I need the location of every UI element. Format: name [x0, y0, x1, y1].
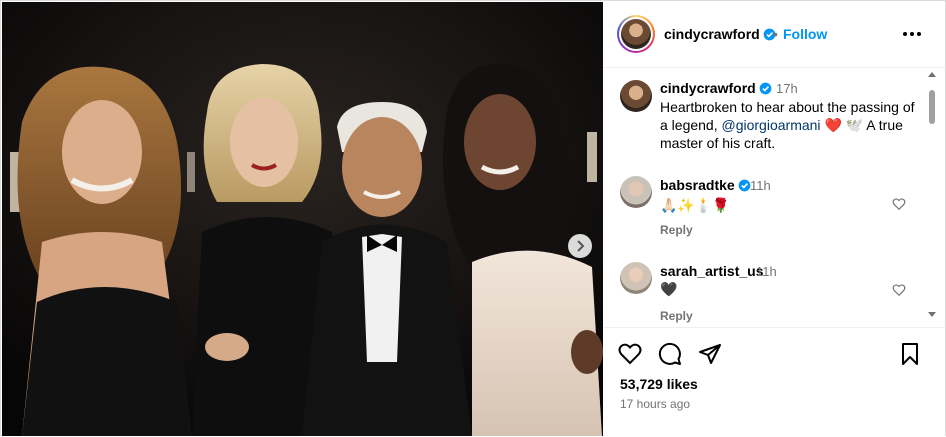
comments-section: cindycrawford 17h Heartbroken to hear ab… [604, 68, 945, 326]
scroll-down-arrow-icon[interactable] [928, 312, 936, 317]
scroll-up-arrow-icon[interactable] [928, 72, 936, 77]
caption-time: 17h [776, 81, 798, 96]
verified-badge-icon [738, 179, 751, 192]
verified-badge-icon [759, 82, 772, 95]
like-comment-heart-icon[interactable] [892, 283, 906, 297]
comment-icon[interactable] [658, 342, 682, 366]
post-header: cindycrawford • Follow [604, 2, 945, 68]
save-bookmark-icon[interactable] [898, 342, 922, 366]
comment-username[interactable]: sarah_artist_us [660, 263, 764, 279]
reply-button[interactable]: Reply [660, 309, 693, 323]
more-options-icon[interactable] [901, 24, 923, 44]
author-avatar[interactable] [617, 15, 655, 53]
chevron-right-icon [577, 240, 585, 252]
post-frame: cindycrawford • Follow cindycrawford 17h… [0, 0, 946, 436]
like-comment-heart-icon[interactable] [892, 197, 906, 211]
caption-username[interactable]: cindycrawford [660, 80, 772, 96]
comment-avatar[interactable] [620, 176, 652, 208]
comment-username-text[interactable]: babsradtke [660, 177, 735, 193]
caption-text: Heartbroken to hear about the passing of… [660, 98, 922, 152]
author-username-text[interactable]: cindycrawford [664, 26, 760, 42]
post-actions: 53,729 likes 17 hours ago [604, 327, 945, 437]
like-heart-icon[interactable] [618, 342, 642, 366]
comment-text: 🖤 [660, 281, 678, 297]
follow-button[interactable]: Follow [783, 26, 827, 42]
comment-time: 11h [756, 264, 777, 279]
likes-count[interactable]: 53,729 likes [620, 376, 698, 392]
comment-avatar[interactable] [620, 262, 652, 294]
comment-text: 🙏🏻✨🕯️🌹 [660, 197, 730, 213]
comment-time: 11h [750, 178, 771, 193]
photo-illustration [2, 2, 603, 436]
scrollbar-thumb[interactable] [929, 90, 935, 124]
caption-author-avatar[interactable] [620, 80, 652, 112]
post-sidebar: cindycrawford • Follow cindycrawford 17h… [604, 2, 945, 436]
comment-username-text[interactable]: sarah_artist_us [660, 263, 764, 279]
header-separator: • [773, 26, 778, 42]
author-username[interactable]: cindycrawford [664, 26, 776, 42]
caption-mention-link[interactable]: @giorgioarmani [722, 117, 821, 133]
next-photo-button[interactable] [568, 234, 592, 258]
reply-button[interactable]: Reply [660, 223, 693, 237]
caption-username-text[interactable]: cindycrawford [660, 80, 756, 96]
share-paper-plane-icon[interactable] [698, 342, 722, 366]
comment-username[interactable]: babsradtke [660, 177, 751, 193]
comments-scrollbar[interactable] [925, 68, 939, 326]
post-timestamp[interactable]: 17 hours ago [620, 397, 690, 411]
post-photo[interactable] [2, 2, 603, 436]
